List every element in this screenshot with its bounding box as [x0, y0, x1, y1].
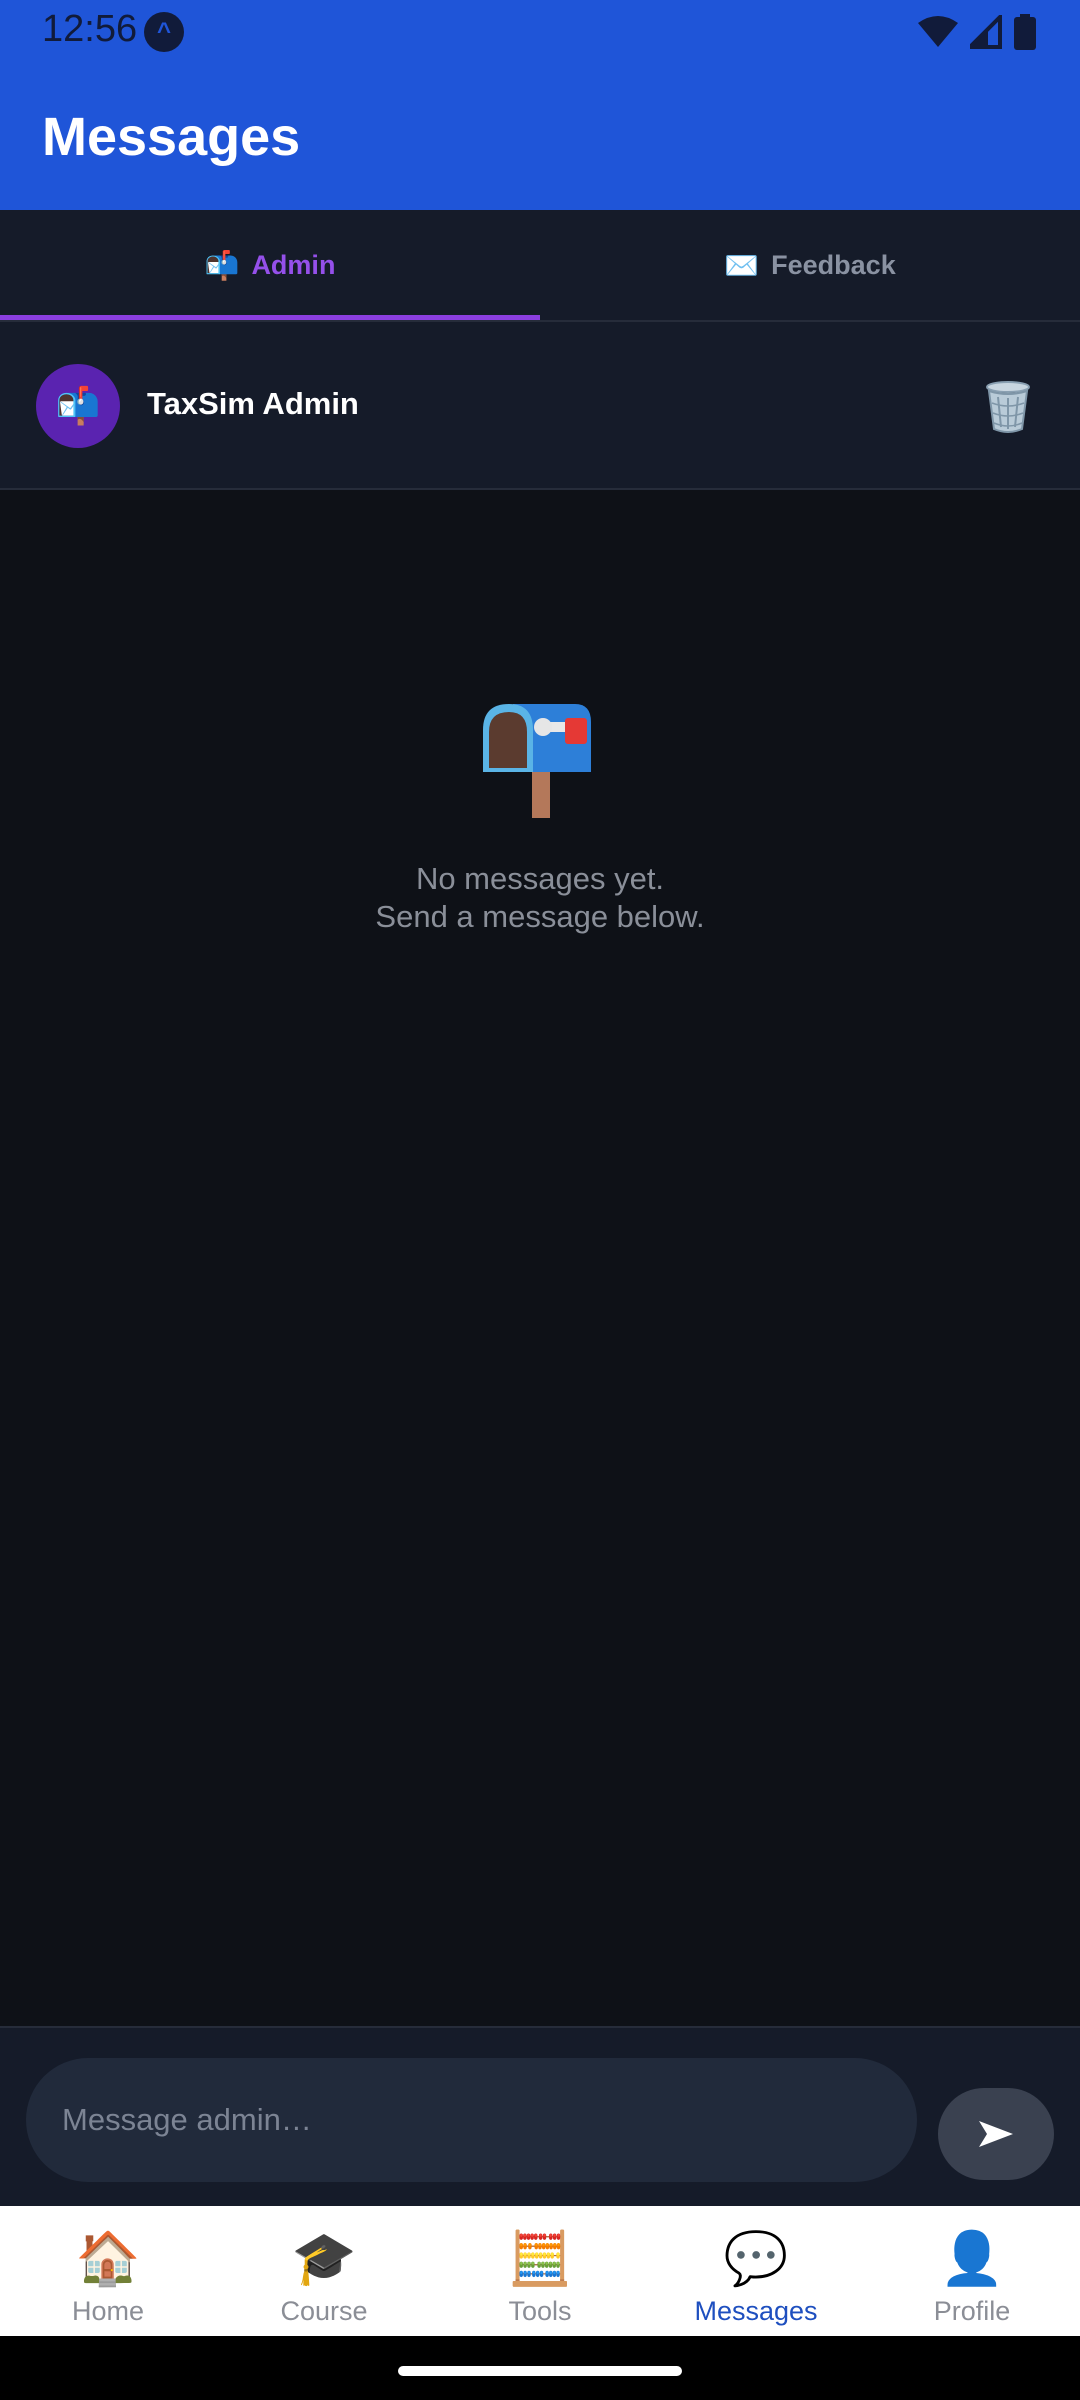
- active-tab-indicator: [0, 315, 540, 320]
- bottom-navigation: 🏠 Home 🎓 Course 🧮 Tools 💬 Messages 👤 Pro…: [0, 2206, 1080, 2336]
- status-bar: 12:56 ^: [0, 0, 1080, 62]
- nav-label: Messages: [694, 2296, 818, 2326]
- status-time: 12:56: [42, 8, 138, 50]
- abacus-icon: 🧮: [507, 2230, 573, 2288]
- nav-label: Course: [280, 2296, 368, 2326]
- nav-label: Profile: [933, 2296, 1011, 2326]
- conversation-name: TaxSim Admin: [147, 386, 359, 421]
- tab-feedback[interactable]: ✉️ Feedback: [540, 210, 1080, 320]
- app-bar: Messages: [0, 62, 1080, 210]
- nav-label: Tools: [508, 2296, 572, 2326]
- envelope-icon: ✉️: [724, 249, 760, 281]
- wifi-icon: [918, 16, 958, 47]
- mailbox-icon: [483, 704, 591, 818]
- mailbox-icon: 📬: [204, 249, 240, 281]
- nav-profile[interactable]: 👤 Profile: [864, 2206, 1080, 2336]
- message-input[interactable]: [26, 2058, 917, 2182]
- nav-tools[interactable]: 🧮 Tools: [432, 2206, 648, 2336]
- system-gesture-bar: [0, 2336, 1080, 2400]
- message-composer: [0, 2026, 1080, 2206]
- page-title: Messages: [42, 107, 301, 167]
- send-button[interactable]: [938, 2088, 1054, 2180]
- battery-icon: [1014, 14, 1036, 50]
- conversation-header: 📬 TaxSim Admin: [0, 322, 1080, 490]
- tab-label: Admin: [251, 249, 336, 280]
- tab-label: Feedback: [771, 249, 896, 280]
- nav-course[interactable]: 🎓 Course: [216, 2206, 432, 2336]
- delete-conversation-button[interactable]: [976, 374, 1040, 438]
- app-notification-icon: ^: [144, 12, 184, 52]
- nav-label: Home: [71, 2296, 145, 2326]
- status-icons: [918, 12, 1036, 52]
- speech-bubble-icon: 💬: [723, 2230, 789, 2288]
- signal-icon: [970, 15, 1002, 49]
- empty-state-line-1: No messages yet.: [415, 861, 665, 896]
- tab-bar: 📬 Admin ✉️ Feedback: [0, 210, 1080, 322]
- user-silhouette-icon: 👤: [939, 2230, 1005, 2288]
- house-icon: 🏠: [75, 2230, 141, 2288]
- send-arrow-icon: [979, 2121, 1013, 2147]
- graduation-cap-icon: 🎓: [291, 2230, 357, 2288]
- trash-icon: [986, 381, 1030, 433]
- avatar: 📬: [36, 364, 120, 448]
- empty-state-line-2: Send a message below.: [375, 899, 705, 934]
- tab-admin[interactable]: 📬 Admin: [0, 210, 540, 320]
- home-gesture-handle[interactable]: [398, 2366, 682, 2376]
- mailbox-icon: 📬: [55, 385, 101, 426]
- empty-state: No messages yet. Send a message below.: [0, 700, 1080, 936]
- nav-messages[interactable]: 💬 Messages: [648, 2206, 864, 2336]
- nav-home[interactable]: 🏠 Home: [0, 2206, 216, 2336]
